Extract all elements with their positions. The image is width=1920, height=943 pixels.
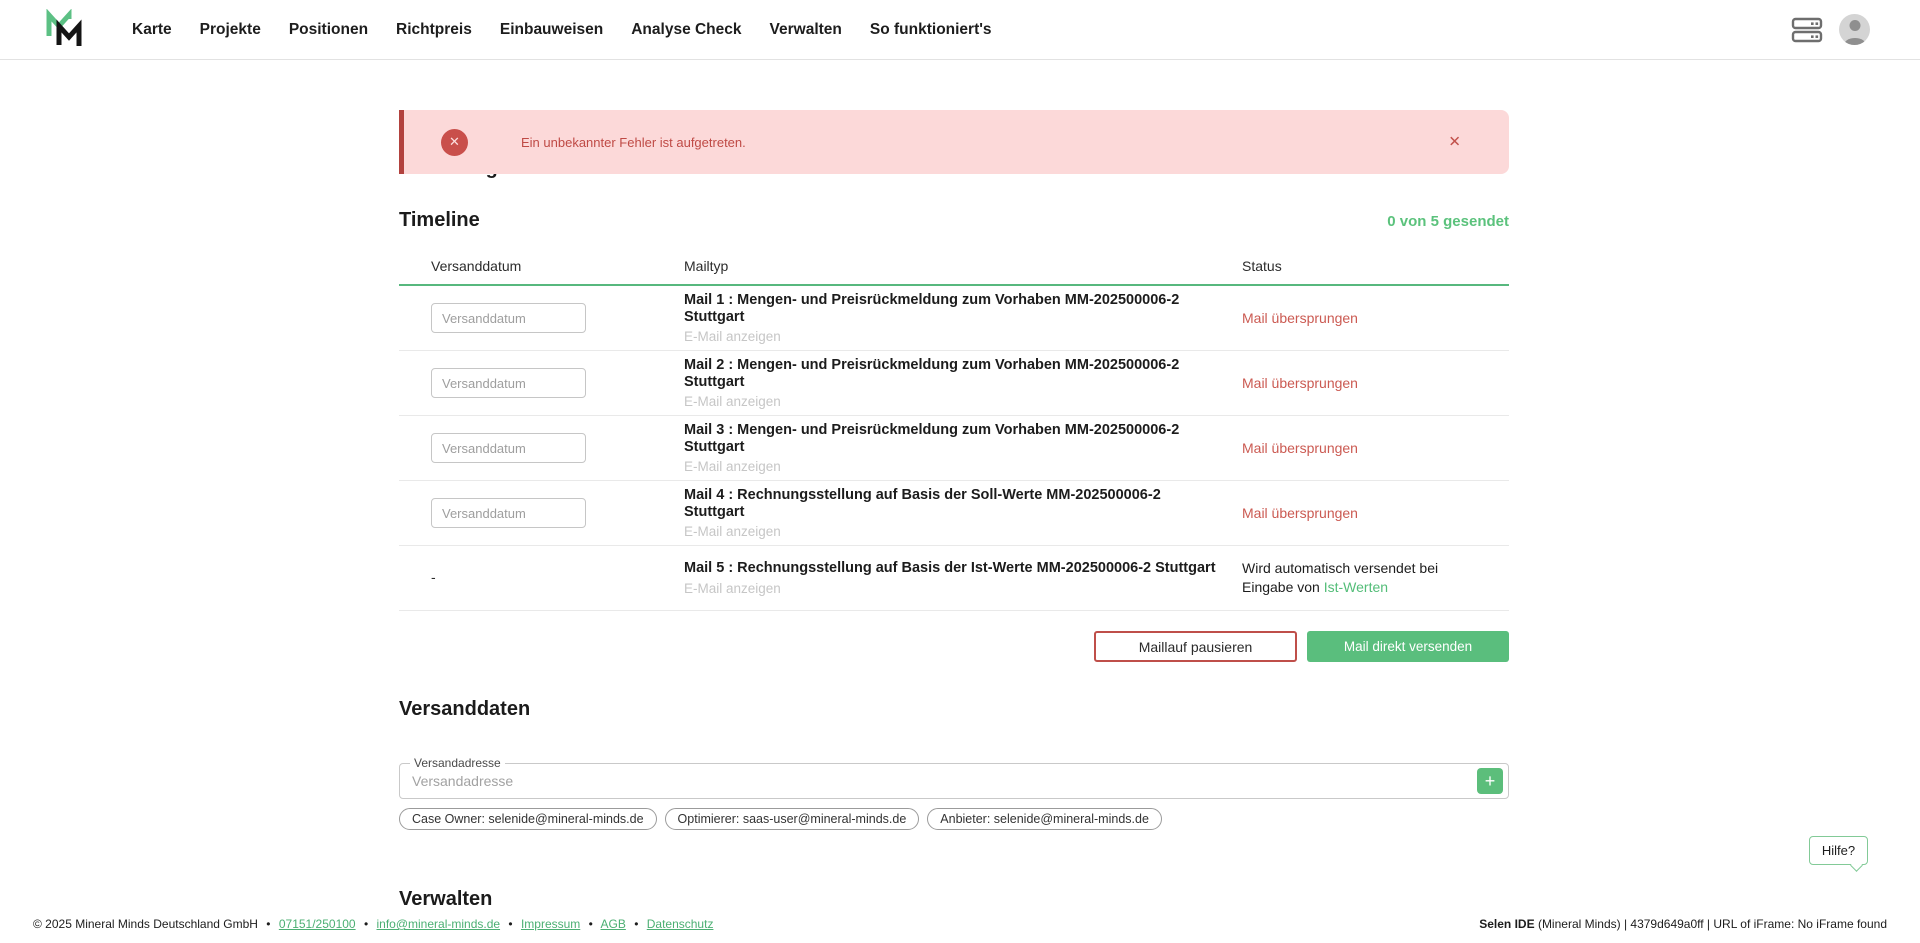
error-message: Ein unbekannter Fehler ist aufgetreten. — [521, 135, 746, 150]
email-anzeigen-link[interactable]: E-Mail anzeigen — [684, 524, 781, 539]
versanddaten-heading: Versanddaten — [399, 698, 1509, 721]
footer-link-datenschutz[interactable]: Datenschutz — [647, 917, 714, 931]
mail-configuration-page: Karte Projekte Positionen Richtpreis Ein… — [0, 0, 1920, 943]
timeline-header: Timeline 0 von 5 gesendet — [399, 209, 1509, 232]
hilfe-bubble-tail — [1850, 859, 1863, 872]
footer-separator: • — [508, 917, 512, 931]
table-row: Mail 3 : Mengen- und Preisrückmeldung zu… — [399, 416, 1509, 481]
top-navbar: Karte Projekte Positionen Richtpreis Ein… — [0, 0, 1920, 60]
mail-direkt-versenden-button[interactable]: Mail direkt versenden — [1307, 631, 1509, 662]
main-nav: Karte Projekte Positionen Richtpreis Ein… — [118, 21, 1006, 39]
col-header-mailtyp: Mailtyp — [684, 258, 1242, 274]
hilfe-label: Hilfe? — [1822, 843, 1855, 858]
maillauf-pausieren-button[interactable]: Maillauf pausieren — [1094, 631, 1297, 662]
col-header-status: Status — [1242, 258, 1509, 274]
table-row: Mail 4 : Rechnungsstellung auf Basis der… — [399, 481, 1509, 546]
status-text: Mail übersprungen — [1242, 374, 1509, 393]
footer-link-email[interactable]: info@mineral-minds.de — [376, 917, 500, 931]
versanddatum-input[interactable] — [431, 498, 586, 528]
footer-link-agb[interactable]: AGB — [601, 917, 626, 931]
footer-link-impressum[interactable]: Impressum — [521, 917, 580, 931]
col-header-versanddatum: Versanddatum — [431, 258, 684, 274]
table-row: Mail 1 : Mengen- und Preisrückmeldung zu… — [399, 286, 1509, 351]
timeline-actions: Maillauf pausieren Mail direkt versenden — [399, 631, 1509, 662]
status-text: Wird automatisch versendet bei Eingabe v… — [1242, 559, 1509, 597]
mail-title: Mail 5 : Rechnungsstellung auf Basis der… — [684, 560, 1222, 577]
chip-optimierer[interactable]: Optimierer: saas-user@mineral-minds.de — [665, 808, 920, 830]
error-alert: ✕ Ein unbekannter Fehler ist aufgetreten… — [399, 110, 1509, 174]
nav-item-richtpreis[interactable]: Richtpreis — [382, 21, 486, 39]
chip-anbieter[interactable]: Anbieter: selenide@mineral-minds.de — [927, 808, 1162, 830]
footer-separator: • — [634, 917, 638, 931]
footer-ide-label: Selen IDE — [1479, 917, 1534, 931]
add-address-button[interactable]: + — [1477, 768, 1503, 794]
versanddatum-empty: - — [431, 569, 436, 585]
sent-status-badge: 0 von 5 gesendet — [1387, 213, 1509, 230]
navbar-right — [1791, 14, 1870, 45]
close-icon[interactable]: ✕ — [1448, 135, 1461, 150]
chip-case-owner[interactable]: Case Owner: selenide@mineral-minds.de — [399, 808, 657, 830]
versanddatum-input[interactable] — [431, 433, 586, 463]
timeline-heading: Timeline — [399, 209, 480, 232]
main-content: Mailkonfiguration Timeline 0 von 5 gesen… — [399, 60, 1509, 905]
footer-copyright: © 2025 Mineral Minds Deutschland GmbH — [33, 917, 258, 931]
nav-item-karte[interactable]: Karte — [118, 21, 186, 39]
ist-werten-link[interactable]: Ist-Werten — [1324, 579, 1388, 595]
table-row: Mail 2 : Mengen- und Preisrückmeldung zu… — [399, 351, 1509, 416]
mail-title: Mail 2 : Mengen- und Preisrückmeldung zu… — [684, 357, 1222, 390]
status-text: Mail übersprungen — [1242, 439, 1509, 458]
versandadresse-field: Versandadresse + — [399, 763, 1509, 799]
status-text: Mail übersprungen — [1242, 504, 1509, 523]
footer-separator: • — [266, 917, 270, 931]
status-text: Mail übersprungen — [1242, 309, 1509, 328]
address-suggestion-chips: Case Owner: selenide@mineral-minds.de Op… — [399, 808, 1509, 830]
footer-left: © 2025 Mineral Minds Deutschland GmbH • … — [33, 917, 713, 931]
table-header-row: Versanddatum Mailtyp Status — [399, 246, 1509, 286]
nav-item-verwalten[interactable]: Verwalten — [756, 21, 856, 39]
footer: © 2025 Mineral Minds Deutschland GmbH • … — [0, 905, 1920, 943]
versanddatum-input[interactable] — [431, 303, 586, 333]
versanddatum-input[interactable] — [431, 368, 586, 398]
nav-item-einbauweisen[interactable]: Einbauweisen — [486, 21, 617, 39]
nav-item-analyse-check[interactable]: Analyse Check — [617, 21, 755, 39]
mineral-minds-logo-icon — [44, 9, 84, 51]
mineral-minds-logo[interactable] — [42, 8, 86, 52]
footer-right: Selen IDE (Mineral Minds) | 4379d649a0ff… — [1479, 917, 1887, 931]
mail-title: Mail 1 : Mengen- und Preisrückmeldung zu… — [684, 292, 1222, 325]
server-stack-icon — [1791, 16, 1823, 44]
hilfe-button[interactable]: Hilfe? — [1809, 836, 1868, 865]
footer-separator: • — [364, 917, 368, 931]
server-icon[interactable] — [1791, 16, 1823, 44]
versandadresse-input[interactable] — [400, 764, 1458, 798]
nav-item-projekte[interactable]: Projekte — [186, 21, 275, 39]
email-anzeigen-link[interactable]: E-Mail anzeigen — [684, 459, 781, 474]
timeline-table: Versanddatum Mailtyp Status Mail 1 : Men… — [399, 246, 1509, 611]
email-anzeigen-link[interactable]: E-Mail anzeigen — [684, 329, 781, 344]
mail-title: Mail 3 : Mengen- und Preisrückmeldung zu… — [684, 422, 1222, 455]
user-avatar-button[interactable] — [1839, 14, 1870, 45]
versandadresse-label: Versandadresse — [410, 756, 505, 770]
error-circle-icon: ✕ — [441, 129, 468, 156]
table-row: - Mail 5 : Rechnungsstellung auf Basis d… — [399, 546, 1509, 611]
verwalten-heading: Verwalten — [399, 888, 1509, 905]
footer-ide-info: (Mineral Minds) | 4379d649a0ff | URL of … — [1535, 917, 1887, 931]
footer-link-phone[interactable]: 07151/250100 — [279, 917, 356, 931]
nav-item-so-funktionierts[interactable]: So funktioniert's — [856, 21, 1006, 39]
email-anzeigen-link[interactable]: E-Mail anzeigen — [684, 394, 781, 409]
user-avatar-icon — [1839, 14, 1870, 45]
mail-title: Mail 4 : Rechnungsstellung auf Basis der… — [684, 487, 1222, 520]
nav-item-positionen[interactable]: Positionen — [275, 21, 382, 39]
email-anzeigen-link[interactable]: E-Mail anzeigen — [684, 581, 781, 596]
footer-separator: • — [589, 917, 593, 931]
